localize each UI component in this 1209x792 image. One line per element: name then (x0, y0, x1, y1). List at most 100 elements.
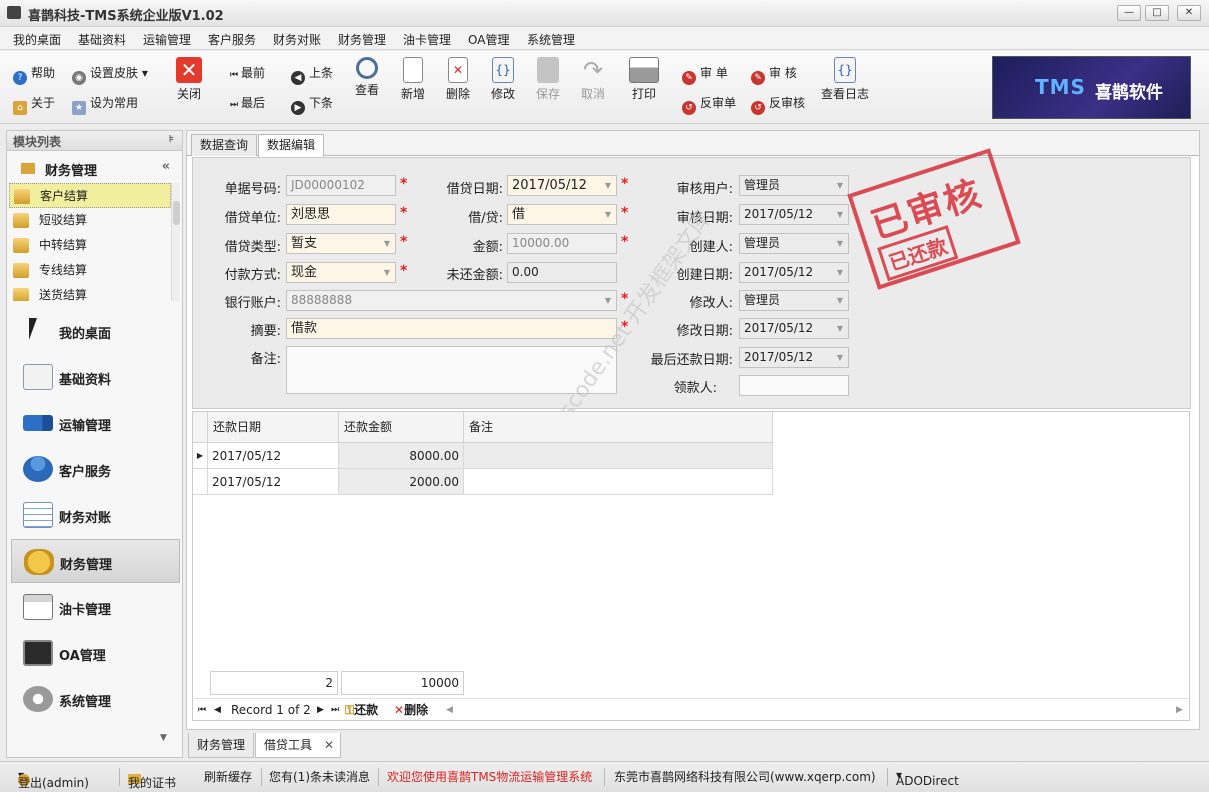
tab-data-query[interactable]: 数据查询 (191, 134, 258, 156)
chevron-down-icon[interactable]: ▼ (832, 319, 848, 338)
audit-user-select[interactable]: 管理员 ▼ (739, 175, 849, 196)
connection-mode[interactable]: ADODirect ▾ (896, 768, 959, 788)
nav-basic-data[interactable]: 基础资料 (11, 355, 180, 399)
chevron-down-icon[interactable]: ▼ (832, 234, 848, 253)
chevron-down-icon[interactable]: ▼ (832, 263, 848, 282)
audit2-button[interactable]: ✎ 审 核 (751, 63, 797, 85)
unit-field[interactable]: 刘思思 (286, 204, 396, 225)
maximize-button[interactable]: □ (1145, 5, 1169, 21)
refresh-cache-button[interactable]: 刷新缓存 (204, 768, 252, 785)
nav-finance[interactable]: 财务管理 (11, 539, 180, 583)
modify-date-field[interactable]: 2017/05/12 ▼ (739, 318, 849, 339)
close-window-button[interactable]: ✕ (1177, 5, 1201, 21)
menu-finance[interactable]: 财务管理 (338, 31, 386, 48)
module-item-delivery-settlement[interactable]: 送货结算 (9, 283, 171, 301)
about-button[interactable]: ⌂ 关于 (13, 93, 55, 115)
audit-date-field[interactable]: 2017/05/12 ▼ (739, 204, 849, 225)
scroll-left-icon[interactable]: ◀ (446, 699, 453, 721)
nav-last-icon[interactable]: ⏭ (331, 699, 339, 721)
nav-reconciliation[interactable]: 财务对账 (11, 493, 180, 537)
module-item-transfer-settlement[interactable]: 中转结算 (9, 233, 171, 258)
favorite-button[interactable]: ★ 设为常用 (72, 93, 138, 115)
nav-fuel-card[interactable]: 油卡管理 (11, 585, 180, 629)
menu-desktop[interactable]: 我的桌面 (13, 31, 61, 48)
unaudit-button[interactable]: ↺ 反审单 (682, 93, 736, 115)
nav-desktop[interactable]: 我的桌面 (11, 309, 180, 353)
nav-oa[interactable]: OA管理 (11, 631, 180, 675)
pay-select[interactable]: 现金 ▼ (286, 262, 396, 283)
nav-prev-icon[interactable]: ◀ (214, 699, 221, 721)
collapse-icon[interactable]: « (162, 159, 170, 174)
delete-button[interactable]: ✕ 删除 (435, 51, 481, 102)
grid-header-date[interactable]: 还款日期 (208, 412, 339, 443)
chevron-down-icon[interactable]: ▼ (832, 205, 848, 224)
scroll-right-icon[interactable]: ▶ (1176, 699, 1183, 721)
nav-transport[interactable]: 运输管理 (11, 401, 180, 445)
module-group-finance[interactable]: 财务管理 « (7, 152, 182, 182)
edit-button[interactable]: {} 修改 (480, 51, 526, 102)
nav-first-icon[interactable]: ⏮ (198, 699, 206, 721)
table-row-remark[interactable] (464, 443, 773, 469)
table-row-date[interactable]: 2017/05/12 (208, 443, 339, 469)
skin-button[interactable]: ◉ 设置皮肤 ▾ (72, 63, 148, 85)
nav-system[interactable]: 系统管理 (11, 677, 180, 721)
minimize-button[interactable]: — (1117, 5, 1141, 21)
nav-next-icon[interactable]: ▶ (317, 699, 324, 721)
menu-basic-data[interactable]: 基础资料 (78, 31, 126, 48)
dc-select[interactable]: 借 ▼ (507, 204, 617, 225)
last-button[interactable]: ⏭ 最后 (230, 93, 265, 113)
doctab-finance[interactable]: 财务管理 (188, 733, 255, 758)
table-row-amount[interactable]: 8000.00 (339, 443, 464, 469)
last-repay-field[interactable]: 2017/05/12 ▼ (739, 347, 849, 368)
logout-button[interactable]: 登出(admin) ▾ (18, 768, 89, 790)
cancel-button[interactable]: ↷ 取消 (570, 51, 616, 102)
close-button[interactable]: ✕ 关闭 (166, 51, 212, 102)
unaudit2-button[interactable]: ↺ 反审核 (751, 93, 805, 115)
repay-button[interactable]: ⚿还款 (345, 699, 378, 721)
type-select[interactable]: 暂支 ▼ (286, 233, 396, 254)
print-button[interactable]: 打印 (621, 51, 667, 102)
doctab-loan-tool[interactable]: 借贷工具 ✕ (255, 733, 341, 758)
scroll-thumb[interactable] (173, 201, 180, 225)
menu-oa[interactable]: OA管理 (468, 31, 509, 48)
bank-select[interactable]: 88888888 ▼ (286, 290, 617, 311)
log-button[interactable]: {} 查看日志 (816, 51, 874, 102)
unread-messages[interactable]: 您有(1)条未读消息 (269, 768, 370, 785)
next-button[interactable]: ▶ 下条 (291, 93, 333, 115)
unpaid-field[interactable]: 0.00 (507, 262, 617, 283)
add-button[interactable]: 新增 (390, 51, 436, 102)
prev-button[interactable]: ◀ 上条 (291, 63, 333, 85)
close-tab-icon[interactable]: ✕ (324, 733, 334, 757)
grid-header-amount[interactable]: 还款金额 (339, 412, 464, 443)
nav-customer-service[interactable]: 客户服务 (11, 447, 180, 491)
loan-date-field[interactable]: 2017/05/12 ▼ (507, 175, 617, 196)
module-item-line-settlement[interactable]: 专线结算 (9, 258, 171, 283)
creator-select[interactable]: 管理员 ▼ (739, 233, 849, 254)
receiver-field[interactable] (739, 375, 849, 396)
amount-field[interactable]: 10000.00 (507, 233, 617, 254)
summary-field[interactable]: 借款 (286, 318, 617, 339)
tab-data-edit[interactable]: 数据编辑 (258, 134, 325, 157)
chevron-down-icon[interactable]: ▼ (600, 205, 616, 224)
grid-header-remark[interactable]: 备注 (464, 412, 773, 443)
chevron-down-icon[interactable]: ▼ (379, 234, 395, 253)
chevron-down-icon[interactable]: ▼ (600, 291, 616, 310)
chevron-down-icon[interactable]: ▼ (832, 176, 848, 195)
menu-customer-service[interactable]: 客户服务 (208, 31, 256, 48)
table-row-date[interactable]: 2017/05/12 (208, 469, 339, 495)
create-date-field[interactable]: 2017/05/12 ▼ (739, 262, 849, 283)
menu-system[interactable]: 系统管理 (527, 31, 575, 48)
module-item-short-settlement[interactable]: 短驳结算 (9, 208, 171, 233)
chevron-down-icon[interactable]: ▼ (832, 348, 848, 367)
menu-transport[interactable]: 运输管理 (143, 31, 191, 48)
audit-button[interactable]: ✎ 审 单 (682, 63, 728, 85)
doc-no-field[interactable]: JD00000102 (286, 175, 396, 196)
chevron-down-icon[interactable]: ▼ (160, 733, 167, 743)
module-item-customer-settlement[interactable]: 客户结算 (9, 183, 171, 208)
chevron-down-icon[interactable]: ▼ (600, 176, 616, 195)
help-button[interactable]: ? 帮助 (13, 63, 55, 85)
grid-delete-button[interactable]: ✕删除 (394, 699, 428, 721)
menu-reconciliation[interactable]: 财务对账 (273, 31, 321, 48)
chevron-down-icon[interactable]: ▼ (379, 263, 395, 282)
table-row-remark[interactable] (464, 469, 773, 495)
